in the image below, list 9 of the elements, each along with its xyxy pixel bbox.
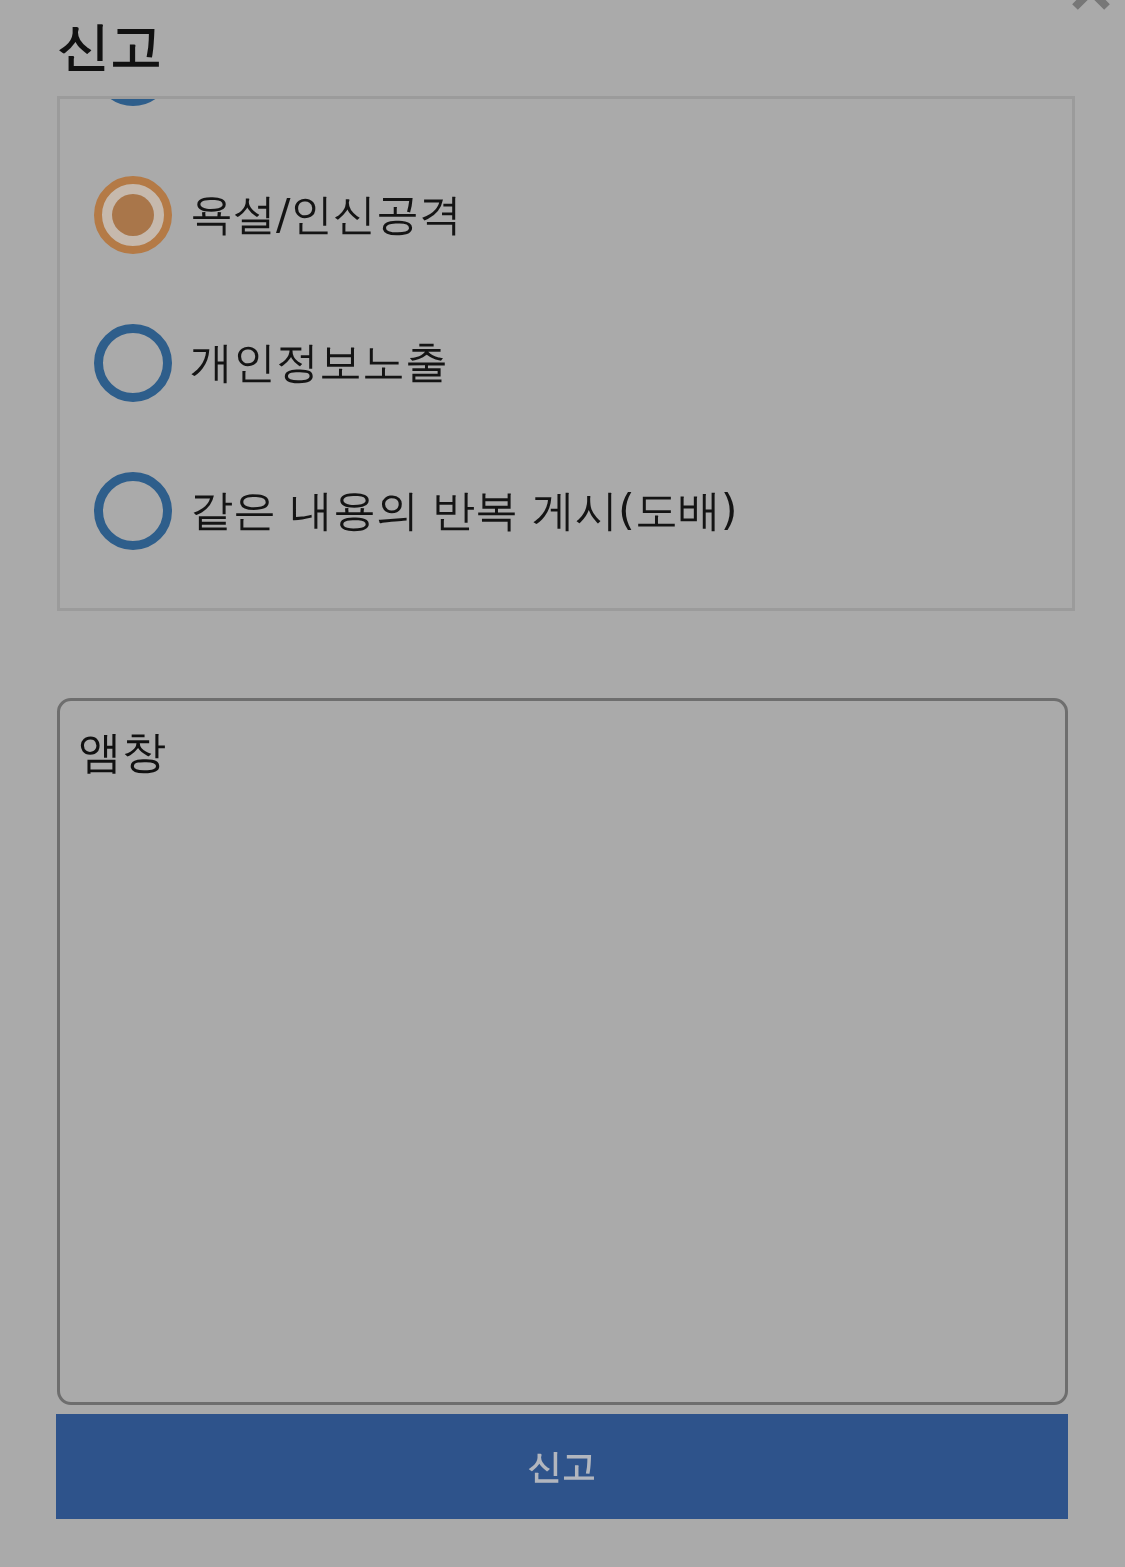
radio-icon[interactable]	[94, 472, 172, 550]
report-reason-option[interactable]: 같은 내용의 반복 게시(도배)	[94, 472, 738, 550]
report-details-field[interactable]: 앰창	[57, 698, 1068, 1405]
report-reason-option[interactable]: 개인정보노출	[94, 324, 448, 402]
radio-icon[interactable]	[94, 324, 172, 402]
radio-icon[interactable]	[94, 176, 172, 254]
dialog-title: 신고	[58, 15, 162, 78]
report-reason-option[interactable]: 욕설/인신공격	[94, 176, 463, 254]
submit-report-button[interactable]: 신고	[56, 1414, 1068, 1519]
